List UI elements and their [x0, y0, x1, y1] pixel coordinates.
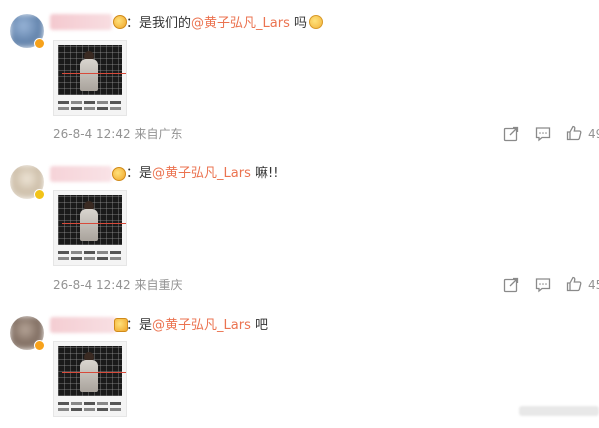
emoji-icon — [308, 15, 323, 29]
comment-prefix: ：是我们的 — [126, 16, 192, 31]
comment-text: ：是@黄子弘凡_Lars 吧 — [126, 318, 268, 334]
comment-prefix: ：是 — [126, 318, 153, 333]
comment-text: ：是我们的@黄子弘凡_Lars 吗 — [126, 15, 323, 32]
photo-line — [62, 372, 126, 373]
comment-suffix: 吗 — [289, 16, 307, 31]
watermark — [519, 406, 599, 416]
mention-link[interactable]: @黄子弘凡_Lars — [152, 318, 251, 333]
photo-figure — [80, 59, 98, 91]
username[interactable] — [50, 166, 112, 182]
image-swatches — [58, 249, 122, 263]
comment-icon[interactable] — [535, 126, 551, 142]
photo-figure — [80, 360, 98, 392]
mention-link[interactable]: @黄子弘凡_Lars — [152, 166, 251, 181]
comment-text: ：是@黄子弘凡_Lars 嘛!! — [126, 166, 278, 182]
comment-image[interactable] — [53, 341, 127, 417]
comment-item: ：是@黄子弘凡_Lars 吧 — [0, 300, 599, 428]
fan-badge-icon — [112, 167, 126, 181]
comment-suffix: 吧 — [250, 318, 268, 333]
comment-item: ：是@黄子弘凡_Lars 嘛!! 26-8-4 12:42 来自重庆 45 — [0, 150, 599, 300]
comment-suffix: 嘛!! — [250, 166, 279, 181]
username[interactable] — [50, 317, 116, 333]
share-icon[interactable] — [503, 126, 519, 142]
comment-meta: 26-8-4 12:42 来自广东 — [53, 127, 182, 141]
comment-location: 来自重庆 — [134, 278, 183, 292]
comment-image[interactable] — [53, 40, 127, 116]
fan-badge-icon — [113, 15, 127, 29]
comment-time: 26-8-4 12:42 — [53, 278, 131, 292]
image-photo — [58, 195, 126, 245]
comment-image[interactable] — [53, 190, 127, 266]
comment-item: ：是我们的@黄子弘凡_Lars 吗 26-8-4 12:42 来自广东 49 — [0, 0, 599, 150]
mention-link[interactable]: @黄子弘凡_Lars — [191, 16, 290, 31]
comment-location: 来自广东 — [134, 127, 183, 141]
photo-line — [62, 223, 126, 224]
image-swatches — [58, 99, 122, 113]
vip-badge-icon — [34, 340, 45, 351]
image-swatches — [58, 400, 122, 414]
username[interactable] — [50, 14, 112, 30]
vip-badge-icon — [34, 38, 45, 49]
like-icon[interactable] — [566, 125, 582, 141]
vip-badge-icon — [34, 189, 45, 200]
like-count: 49 — [588, 127, 599, 141]
comment-meta: 26-8-4 12:42 来自重庆 — [53, 278, 182, 292]
like-count: 45 — [588, 278, 599, 292]
image-photo — [58, 45, 126, 95]
like-icon[interactable] — [566, 276, 582, 292]
share-icon[interactable] — [503, 277, 519, 293]
image-photo — [58, 346, 126, 396]
comment-prefix: ：是 — [126, 166, 153, 181]
comment-time: 26-8-4 12:42 — [53, 127, 131, 141]
photo-line — [62, 73, 126, 74]
comment-icon[interactable] — [535, 277, 551, 293]
photo-figure — [80, 209, 98, 241]
